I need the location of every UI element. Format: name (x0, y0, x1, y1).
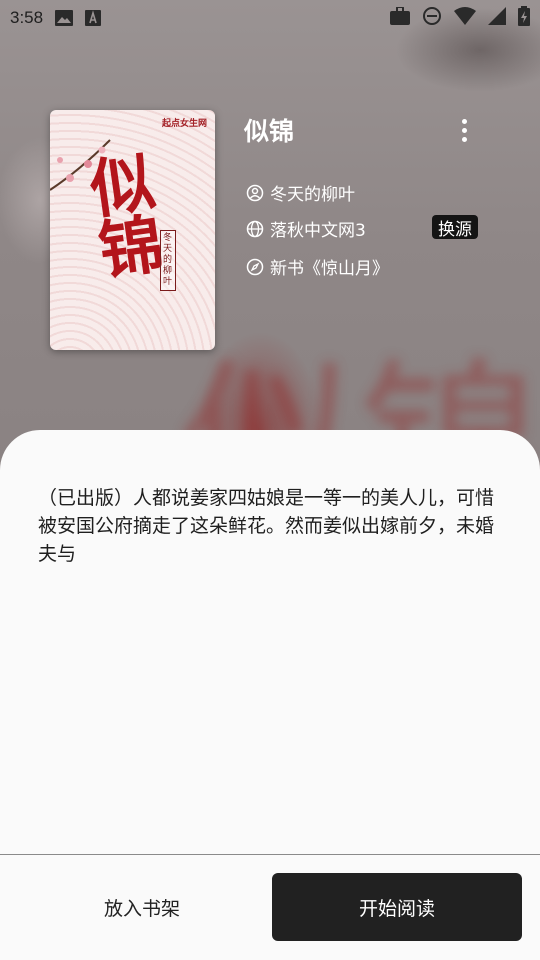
book-title: 似锦 (244, 117, 295, 146)
switch-source-button[interactable]: 换源 (432, 215, 478, 240)
book-cover[interactable]: 起点女生网 似锦 冬天的柳叶 (50, 110, 215, 350)
battery-icon (518, 5, 530, 31)
book-intro: （已出版）人都说姜家四姑娘是一等一的美人儿，可惜被安国公府摘走了这朵鲜花。然而姜… (38, 487, 495, 565)
more-vertical-icon (461, 118, 467, 124)
wifi-icon (454, 6, 476, 30)
latest-chapter: 新书《惊山月》 (270, 259, 389, 279)
compass-icon (246, 258, 264, 275)
more-dot (461, 136, 467, 142)
status-time: 3:58 (10, 8, 44, 27)
briefcase-icon (390, 5, 410, 30)
more-options-button[interactable] (452, 116, 476, 144)
author-row[interactable]: 冬天的柳叶 (246, 180, 355, 205)
image-icon (55, 10, 74, 26)
a-box-icon (85, 10, 102, 26)
signal-icon (488, 6, 506, 30)
source-row[interactable]: 落秋中文网3 (246, 216, 366, 241)
latest-chapter-row[interactable]: 新书《惊山月》 (246, 254, 389, 279)
globe-icon (246, 220, 264, 237)
author-name: 冬天的柳叶 (270, 185, 355, 205)
cover-publisher-logo: 起点女生网 (161, 119, 207, 129)
cover-author: 冬天的柳叶 (160, 230, 176, 291)
add-to-shelf-button[interactable]: 放入书架 (18, 873, 266, 941)
source-name: 落秋中文网3 (270, 221, 366, 241)
start-reading-button[interactable]: 开始阅读 (272, 873, 522, 941)
more-dot (461, 127, 467, 133)
author-icon (246, 184, 264, 201)
do-not-disturb-icon (422, 6, 442, 31)
status-bar: 3:58 (0, 0, 540, 36)
bottom-divider (0, 854, 540, 855)
